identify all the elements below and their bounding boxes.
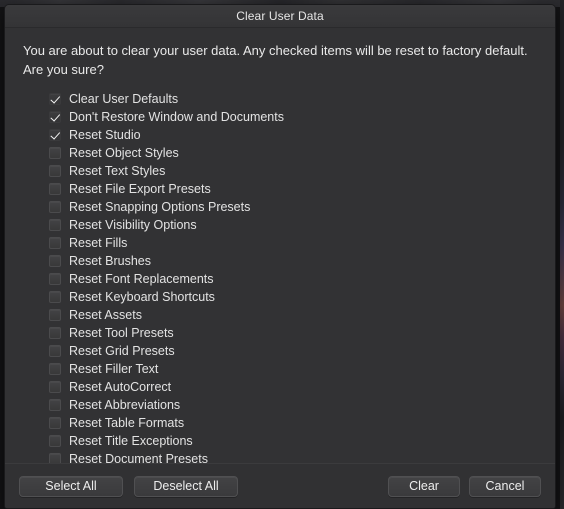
reset-option-row[interactable]: Reset Assets xyxy=(23,306,537,324)
reset-option-label: Reset Title Exceptions xyxy=(69,434,193,448)
reset-option-label: Reset AutoCorrect xyxy=(69,380,172,394)
background-window-right-strip xyxy=(560,0,564,509)
reset-option-label: Reset Table Formats xyxy=(69,416,185,430)
reset-option-row[interactable]: Reset Table Formats xyxy=(23,414,537,432)
clear-button[interactable]: Clear xyxy=(388,475,460,497)
reset-option-row[interactable]: Reset AutoCorrect xyxy=(23,378,537,396)
footer-left-group: Select All Deselect All xyxy=(19,475,238,497)
reset-option-label: Reset Font Replacements xyxy=(69,272,214,286)
reset-option-row[interactable]: Reset Studio xyxy=(23,126,537,144)
checkbox-unchecked-icon[interactable] xyxy=(49,165,61,177)
checkbox-unchecked-icon[interactable] xyxy=(49,183,61,195)
checkbox-unchecked-icon[interactable] xyxy=(49,399,61,411)
reset-option-row[interactable]: Clear User Defaults xyxy=(23,90,537,108)
checkbox-unchecked-icon[interactable] xyxy=(49,291,61,303)
dialog-body: You are about to clear your user data. A… xyxy=(5,28,555,466)
reset-option-label: Reset Object Styles xyxy=(69,146,179,160)
reset-option-label: Reset Filler Text xyxy=(69,362,159,376)
reset-option-label: Don't Restore Window and Documents xyxy=(69,110,284,124)
reset-option-row[interactable]: Reset Visibility Options xyxy=(23,216,537,234)
dialog-title: Clear User Data xyxy=(236,9,324,23)
reset-option-label: Clear User Defaults xyxy=(69,92,179,106)
reset-option-row[interactable]: Reset Object Styles xyxy=(23,144,537,162)
reset-option-label: Reset Fills xyxy=(69,236,128,250)
reset-option-row[interactable]: Reset Text Styles xyxy=(23,162,537,180)
checkbox-unchecked-icon[interactable] xyxy=(49,345,61,357)
checkbox-unchecked-icon[interactable] xyxy=(49,147,61,159)
checkbox-checked-icon[interactable] xyxy=(49,129,61,141)
reset-option-row[interactable]: Reset Title Exceptions xyxy=(23,432,537,450)
checkbox-checked-icon[interactable] xyxy=(49,93,61,105)
footer-right-group: Clear Cancel xyxy=(388,475,541,497)
reset-option-row[interactable]: Reset Abbreviations xyxy=(23,396,537,414)
dialog-titlebar: Clear User Data xyxy=(5,5,555,28)
reset-option-label: Reset Keyboard Shortcuts xyxy=(69,290,215,304)
checkbox-unchecked-icon[interactable] xyxy=(49,435,61,447)
checkbox-unchecked-icon[interactable] xyxy=(49,363,61,375)
reset-option-label: Reset Brushes xyxy=(69,254,151,268)
checkbox-unchecked-icon[interactable] xyxy=(49,309,61,321)
reset-options-list: Clear User Defaults Don't Restore Window … xyxy=(23,90,537,468)
reset-option-row[interactable]: Reset Tool Presets xyxy=(23,324,537,342)
select-all-button[interactable]: Select All xyxy=(19,475,123,497)
checkbox-unchecked-icon[interactable] xyxy=(49,255,61,267)
checkbox-unchecked-icon[interactable] xyxy=(49,327,61,339)
reset-option-row[interactable]: Reset Fills xyxy=(23,234,537,252)
deselect-all-button[interactable]: Deselect All xyxy=(134,475,238,497)
reset-option-row[interactable]: Reset File Export Presets xyxy=(23,180,537,198)
checkbox-unchecked-icon[interactable] xyxy=(49,219,61,231)
checkbox-unchecked-icon[interactable] xyxy=(49,273,61,285)
checkbox-unchecked-icon[interactable] xyxy=(49,417,61,429)
reset-option-label: Reset Assets xyxy=(69,308,142,322)
reset-option-label: Reset Grid Presets xyxy=(69,344,175,358)
reset-option-row[interactable]: Reset Font Replacements xyxy=(23,270,537,288)
checkbox-checked-icon[interactable] xyxy=(49,111,61,123)
reset-option-label: Reset Studio xyxy=(69,128,141,142)
cancel-button[interactable]: Cancel xyxy=(469,475,541,497)
reset-option-row[interactable]: Don't Restore Window and Documents xyxy=(23,108,537,126)
reset-option-label: Reset Snapping Options Presets xyxy=(69,200,251,214)
dialog-message: You are about to clear your user data. A… xyxy=(23,43,528,77)
reset-option-row[interactable]: Reset Snapping Options Presets xyxy=(23,198,537,216)
checkbox-unchecked-icon[interactable] xyxy=(49,201,61,213)
reset-option-row[interactable]: Reset Grid Presets xyxy=(23,342,537,360)
reset-option-label: Reset Visibility Options xyxy=(69,218,197,232)
clear-user-data-dialog: Clear User Data You are about to clear y… xyxy=(4,4,556,509)
reset-option-label: Reset Abbreviations xyxy=(69,398,181,412)
reset-option-label: Reset Text Styles xyxy=(69,164,166,178)
reset-option-row[interactable]: Reset Filler Text xyxy=(23,360,537,378)
checkbox-unchecked-icon[interactable] xyxy=(49,237,61,249)
reset-option-row[interactable]: Reset Keyboard Shortcuts xyxy=(23,288,537,306)
reset-option-row[interactable]: Reset Brushes xyxy=(23,252,537,270)
reset-option-label: Reset File Export Presets xyxy=(69,182,211,196)
checkbox-unchecked-icon[interactable] xyxy=(49,381,61,393)
reset-option-label: Reset Tool Presets xyxy=(69,326,174,340)
dialog-footer: Select All Deselect All Clear Cancel xyxy=(5,463,555,508)
